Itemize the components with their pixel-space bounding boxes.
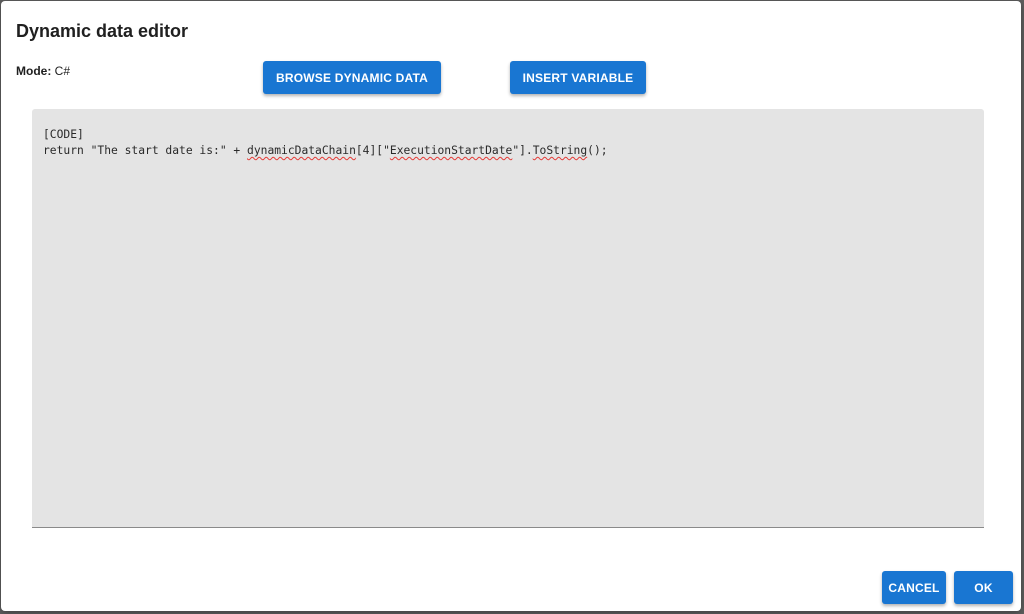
mode-value: C# bbox=[54, 64, 71, 78]
browse-dynamic-data-button[interactable]: BROWSE DYNAMIC DATA bbox=[263, 61, 441, 94]
code-accessor-text: "]. bbox=[512, 144, 533, 157]
cancel-button[interactable]: CANCEL bbox=[882, 571, 946, 604]
code-editor[interactable]: [CODE] return "The start date is:" + dyna… bbox=[32, 109, 984, 528]
code-index-text: [4][" bbox=[355, 144, 390, 157]
insert-variable-button[interactable]: INSERT VARIABLE bbox=[510, 61, 646, 94]
code-return-text: return "The start date is:" + bbox=[43, 144, 248, 157]
code-line-1: [CODE] bbox=[43, 128, 84, 141]
code-token-to-string: ToString bbox=[532, 144, 588, 157]
code-call-text: (); bbox=[587, 144, 608, 157]
code-token-execution-start-date: ExecutionStartDate bbox=[389, 144, 513, 157]
code-line-2: return "The start date is:" + dynamicDat… bbox=[43, 143, 973, 159]
dialog-title: Dynamic data editor bbox=[16, 21, 189, 41]
code-token-dynamic-data-chain: dynamicDataChain bbox=[247, 144, 356, 157]
mode-indicator: Mode: C# bbox=[16, 64, 70, 78]
mode-label: Mode: bbox=[16, 64, 52, 78]
ok-button[interactable]: OK bbox=[954, 571, 1013, 604]
dynamic-data-editor-dialog: Dynamic data editor Mode: C# BROWSE DYNA… bbox=[1, 1, 1021, 611]
